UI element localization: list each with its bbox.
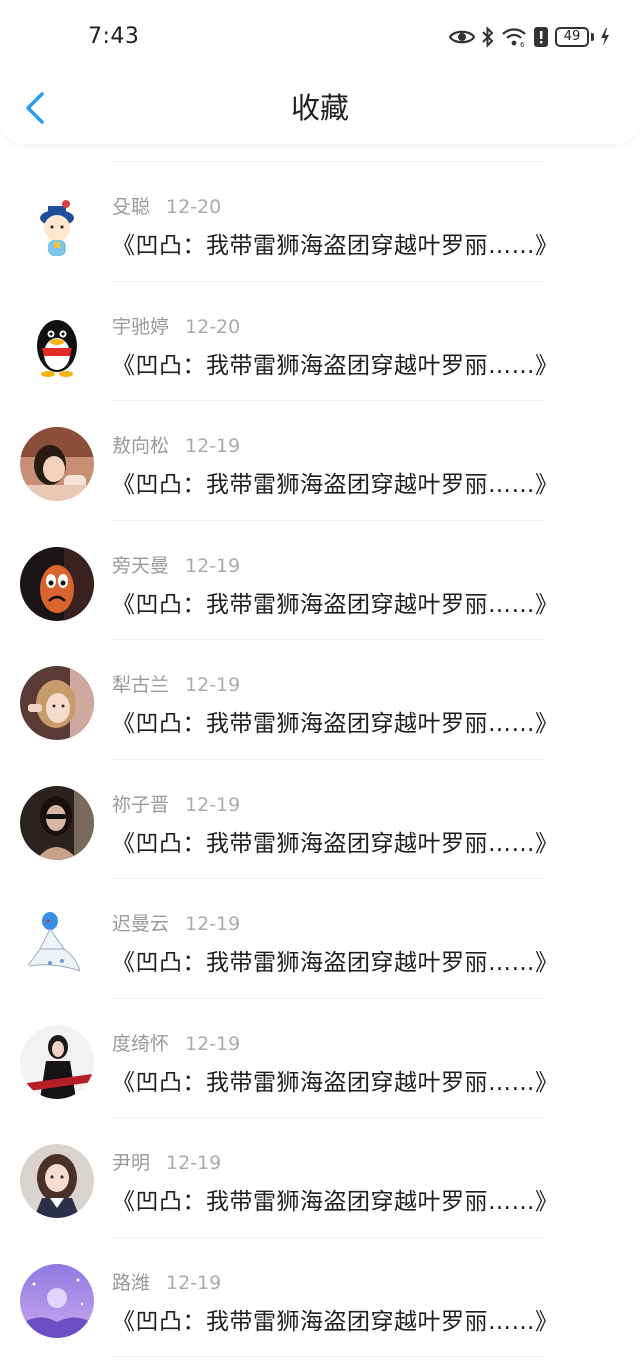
- list-item[interactable]: 度绮怀 12-19 《凹凸：我带雷狮海盗团穿越叶罗丽……》: [0, 999, 640, 1119]
- item-meta: 度绮怀 12-19: [112, 1029, 240, 1056]
- item-date: 12-20: [166, 196, 222, 218]
- avatar-pokemon-image: [20, 905, 94, 979]
- avatar-egg-face-image: [20, 546, 94, 621]
- list-item[interactable]: 迟曼云 12-19 《凹凸：我带雷狮海盗团穿越叶罗丽……》: [0, 879, 640, 999]
- item-meta: 敖向松 12-19: [112, 431, 240, 458]
- item-date: 12-19: [166, 1271, 222, 1294]
- list-item[interactable]: 殳聪 12-20 《凹凸：我带雷狮海盗团穿越叶罗丽……》: [0, 162, 640, 282]
- avatar[interactable]: [20, 1144, 94, 1218]
- item-title[interactable]: 《凹凸：我带雷狮海盗团穿越叶罗丽……》: [112, 824, 559, 858]
- author-name: 殳聪: [112, 196, 151, 218]
- author-name: 敖向松: [112, 435, 170, 457]
- status-bar: 7:43 6 49: [0, 0, 640, 72]
- avatar-photo-girl-black-image: [20, 1024, 94, 1099]
- item-title[interactable]: 《凹凸：我带雷狮海盗团穿越叶罗丽……》: [112, 226, 559, 260]
- item-title[interactable]: 《凹凸：我带雷狮海盗团穿越叶罗丽……》: [112, 465, 559, 499]
- avatar-photo-girl-image: [20, 427, 94, 501]
- item-meta: 迟曼云 12-19: [112, 909, 240, 936]
- item-date: 12-19: [185, 674, 241, 696]
- item-date: 12-19: [185, 1032, 241, 1055]
- item-date: 12-19: [185, 793, 241, 816]
- avatar-penguin-image: [20, 307, 94, 382]
- status-time: 7:43: [88, 24, 140, 49]
- item-title[interactable]: 《凹凸：我带雷狮海盗团穿越叶罗丽……》: [112, 1182, 559, 1216]
- avatar[interactable]: [20, 785, 94, 860]
- battery-level: 49: [555, 27, 589, 47]
- author-name: 路潍: [112, 1271, 151, 1294]
- avatar-purple-scenery-image: [20, 1263, 94, 1338]
- item-title[interactable]: 《凹凸：我带雷狮海盗团穿越叶罗丽……》: [112, 585, 559, 619]
- author-name: 犁古兰: [112, 674, 170, 696]
- item-date: 12-20: [185, 315, 241, 338]
- item-meta: 旁天曼 12-19: [112, 551, 240, 578]
- item-meta: 宇驰婷 12-20: [112, 312, 240, 339]
- favorites-list: 殳聪12-20 《凹凸：我带雷狮海盗团穿越叶罗丽……》 宇驰婷12-20 《: [0, 161, 640, 1357]
- avatar-photo-girl-uniform-image: [20, 1144, 94, 1218]
- avatar[interactable]: [20, 307, 94, 382]
- item-title[interactable]: 《凹凸：我带雷狮海盗团穿越叶罗丽……》: [112, 346, 559, 380]
- item-date: 12-19: [185, 554, 241, 577]
- status-icons: 6 49: [449, 22, 610, 52]
- avatar[interactable]: [20, 188, 94, 262]
- list-item[interactable]: 敖向松 12-19 《凹凸：我带雷狮海盗团穿越叶罗丽……》: [0, 401, 640, 521]
- avatar[interactable]: [20, 546, 94, 621]
- author-name: 宇驰婷: [112, 315, 170, 338]
- svg-text:6: 6: [520, 41, 525, 47]
- item-title[interactable]: 《凹凸：我带雷狮海盗团穿越叶罗丽……》: [112, 1302, 559, 1336]
- battery-icon: 49: [555, 27, 594, 47]
- avatar-photo-girl-blond-image: [20, 666, 94, 740]
- item-title[interactable]: 《凹凸：我带雷狮海盗团穿越叶罗丽……》: [112, 704, 559, 738]
- item-date: 12-19: [185, 913, 241, 935]
- eye-icon: [449, 30, 475, 44]
- list-item[interactable]: 尹明 12-19 《凹凸：我带雷狮海盗团穿越叶罗丽……》: [0, 1118, 640, 1238]
- item-meta: 祢子晋 12-19: [112, 790, 240, 817]
- author-name: 祢子晋: [112, 793, 170, 816]
- author-name: 旁天曼: [112, 554, 170, 577]
- item-date: 12-19: [166, 1152, 222, 1174]
- avatar[interactable]: [20, 905, 94, 979]
- author-name: 迟曼云: [112, 913, 170, 935]
- author-name: 度绮怀: [112, 1032, 170, 1055]
- avatar[interactable]: [20, 1024, 94, 1099]
- avatar[interactable]: [20, 1263, 94, 1338]
- list-item[interactable]: 犁古兰 12-19 《凹凸：我带雷狮海盗团穿越叶罗丽……》: [0, 640, 640, 760]
- author-name: 尹明: [112, 1152, 151, 1174]
- page-title: 收藏: [290, 91, 349, 125]
- item-date: 12-19: [185, 435, 241, 457]
- list-item[interactable]: 祢子晋 12-19 《凹凸：我带雷狮海盗团穿越叶罗丽……》: [0, 760, 640, 880]
- list-item[interactable]: 宇驰婷 12-20 《凹凸：我带雷狮海盗团穿越叶罗丽……》: [0, 282, 640, 402]
- alert-icon: [534, 27, 548, 47]
- list-item[interactable]: 路潍 12-19 《凹凸：我带雷狮海盗团穿越叶罗丽……》: [0, 1238, 640, 1358]
- avatar-photo-dark-image: [20, 785, 94, 860]
- charging-icon: [601, 28, 609, 46]
- bluetooth-icon: [482, 26, 494, 48]
- avatar-cartoon-official-image: [20, 188, 94, 262]
- item-title[interactable]: 《凹凸：我带雷狮海盗团穿越叶罗丽……》: [112, 1063, 559, 1097]
- wifi-icon: 6: [502, 28, 526, 47]
- item-meta: 路潍 12-19: [112, 1268, 221, 1295]
- avatar[interactable]: [20, 427, 94, 501]
- item-title[interactable]: 《凹凸：我带雷狮海盗团穿越叶罗丽……》: [112, 943, 559, 977]
- item-meta: 尹明 12-19: [112, 1148, 221, 1175]
- item-meta: 殳聪 12-20: [112, 192, 221, 219]
- list-item[interactable]: 旁天曼 12-19 《凹凸：我带雷狮海盗团穿越叶罗丽……》: [0, 521, 640, 641]
- item-meta: 犁古兰 12-19: [112, 670, 240, 697]
- avatar[interactable]: [20, 666, 94, 740]
